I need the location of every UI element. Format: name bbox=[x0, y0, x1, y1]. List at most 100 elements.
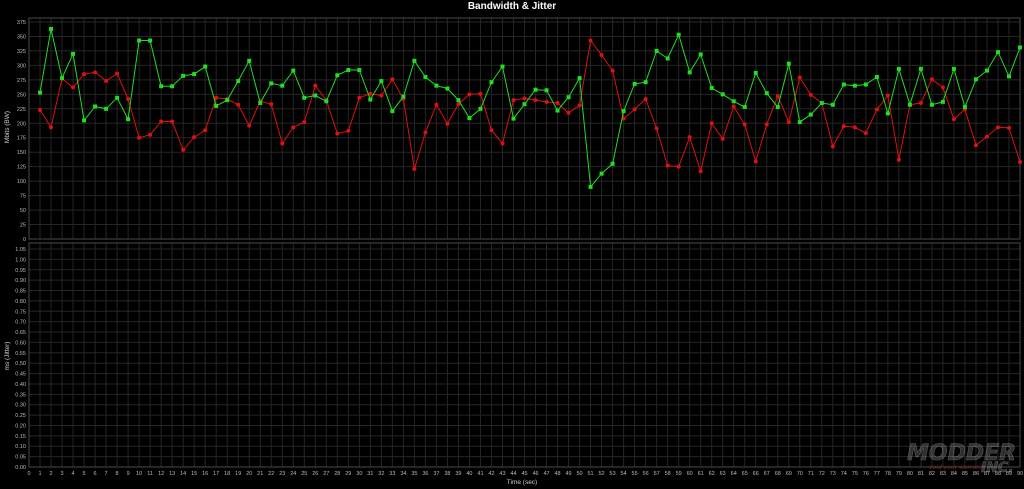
data-point-red bbox=[940, 85, 945, 90]
data-point-green bbox=[896, 66, 901, 71]
x-tick-label: 20 bbox=[246, 471, 252, 477]
x-tick-label: 76 bbox=[863, 471, 869, 477]
data-point-green bbox=[962, 105, 967, 110]
x-tick-label: 42 bbox=[488, 471, 494, 477]
y-tick-label: 0.60 bbox=[15, 340, 26, 346]
y-tick-label: 150 bbox=[17, 150, 26, 156]
x-tick-label: 35 bbox=[411, 471, 417, 477]
bandwidth-axis-label: Mbits (BW) bbox=[4, 111, 11, 143]
data-point-green bbox=[742, 105, 747, 110]
data-point-red bbox=[115, 71, 120, 76]
data-point-red bbox=[852, 125, 857, 130]
data-point-red bbox=[302, 120, 307, 125]
data-point-red bbox=[599, 52, 604, 57]
x-tick-label: 62 bbox=[709, 471, 715, 477]
x-tick-label: 68 bbox=[775, 471, 781, 477]
x-tick-label: 3 bbox=[61, 471, 64, 477]
data-point-red bbox=[896, 157, 901, 162]
data-point-red bbox=[973, 143, 978, 148]
data-point-green bbox=[808, 112, 813, 117]
data-point-red bbox=[676, 164, 681, 169]
data-point-green bbox=[995, 50, 1000, 55]
x-tick-label: 7 bbox=[105, 471, 108, 477]
modders-inc-watermark-logo: MODDERS INC. void your warranty bbox=[907, 441, 1015, 476]
x-tick-label: 27 bbox=[323, 471, 329, 477]
data-point-green bbox=[225, 98, 230, 103]
data-point-green bbox=[368, 97, 373, 102]
x-tick-label: 32 bbox=[378, 471, 384, 477]
data-point-green bbox=[687, 70, 692, 75]
bandwidth-jitter-chart: Bandwidth & Jitter 025507510012515017520… bbox=[4, 1, 1023, 486]
x-tick-label: 10 bbox=[136, 471, 142, 477]
jitter-panel: 0.00 0.05 0.10 0.15 0.20 0.25 0.30 0.35 0.40 0.45… bbox=[15, 242, 1023, 477]
data-point-red bbox=[170, 119, 175, 124]
y-tick-label: 75 bbox=[20, 194, 26, 200]
data-point-green bbox=[654, 48, 659, 53]
data-point-green bbox=[731, 99, 736, 104]
x-tick-label: 53 bbox=[610, 471, 616, 477]
data-point-green bbox=[467, 116, 472, 121]
data-point-green bbox=[775, 105, 780, 110]
data-point-green bbox=[863, 82, 868, 87]
data-point-red bbox=[423, 130, 428, 135]
x-tick-label: 18 bbox=[224, 471, 230, 477]
x-tick-label: 48 bbox=[554, 471, 560, 477]
x-tick-label: 60 bbox=[687, 471, 693, 477]
data-point-green bbox=[214, 103, 219, 108]
x-tick-label: 14 bbox=[180, 471, 186, 477]
data-point-green bbox=[885, 111, 890, 116]
x-tick-label: 54 bbox=[621, 471, 627, 477]
data-point-red bbox=[775, 94, 780, 99]
y-tick-label: 175 bbox=[17, 136, 26, 142]
bandwidth-panel: 0 25 50 75 100 125 150 175 200 225 250 275 300 325 350… bbox=[17, 17, 1022, 243]
y-tick-label: 0 bbox=[23, 237, 26, 243]
data-point-green bbox=[500, 64, 505, 69]
x-tick-label: 52 bbox=[599, 471, 605, 477]
data-point-red bbox=[643, 96, 648, 101]
data-point-green bbox=[126, 117, 131, 122]
y-tick-label: 1.05 bbox=[15, 247, 26, 253]
data-point-red bbox=[566, 110, 571, 115]
data-point-green bbox=[269, 81, 274, 86]
y-tick-label: 0.95 bbox=[15, 268, 26, 274]
data-point-green bbox=[665, 56, 670, 61]
data-point-red bbox=[38, 107, 43, 112]
x-tick-label: 16 bbox=[202, 471, 208, 477]
x-tick-label: 50 bbox=[576, 471, 582, 477]
x-tick-label: 1 bbox=[38, 471, 41, 477]
data-point-green bbox=[698, 52, 703, 57]
data-point-green bbox=[797, 120, 802, 125]
data-point-green bbox=[632, 81, 637, 86]
data-point-red bbox=[236, 102, 241, 107]
data-point-green bbox=[192, 72, 197, 77]
data-point-green bbox=[588, 184, 593, 189]
y-tick-label: 0.05 bbox=[15, 455, 26, 461]
data-point-red bbox=[346, 128, 351, 133]
data-point-green bbox=[423, 74, 428, 79]
y-tick-label: 0.85 bbox=[15, 289, 26, 295]
x-tick-label: 45 bbox=[521, 471, 527, 477]
svg-text:void your warranty: void your warranty bbox=[929, 464, 986, 471]
x-tick-label: 37 bbox=[433, 471, 439, 477]
data-point-green bbox=[753, 70, 758, 75]
x-tick-label: 39 bbox=[455, 471, 461, 477]
data-point-red bbox=[764, 122, 769, 127]
x-tick-label: 0 bbox=[27, 471, 30, 477]
data-point-green bbox=[643, 80, 648, 85]
data-point-red bbox=[709, 121, 714, 126]
y-tick-label: 250 bbox=[17, 92, 26, 98]
x-tick-label: 11 bbox=[147, 471, 153, 477]
data-point-red bbox=[522, 96, 527, 101]
data-point-green bbox=[60, 76, 65, 81]
x-tick-label: 17 bbox=[213, 471, 219, 477]
data-point-red bbox=[918, 101, 923, 106]
x-tick-label: 2 bbox=[49, 471, 52, 477]
data-point-green bbox=[82, 118, 87, 123]
y-tick-label: 0.30 bbox=[15, 403, 26, 409]
data-point-green bbox=[764, 91, 769, 96]
data-point-green bbox=[434, 83, 439, 88]
data-point-green bbox=[544, 88, 549, 93]
x-tick-label: 22 bbox=[268, 471, 274, 477]
data-point-red bbox=[500, 141, 505, 146]
data-point-red bbox=[797, 75, 802, 80]
